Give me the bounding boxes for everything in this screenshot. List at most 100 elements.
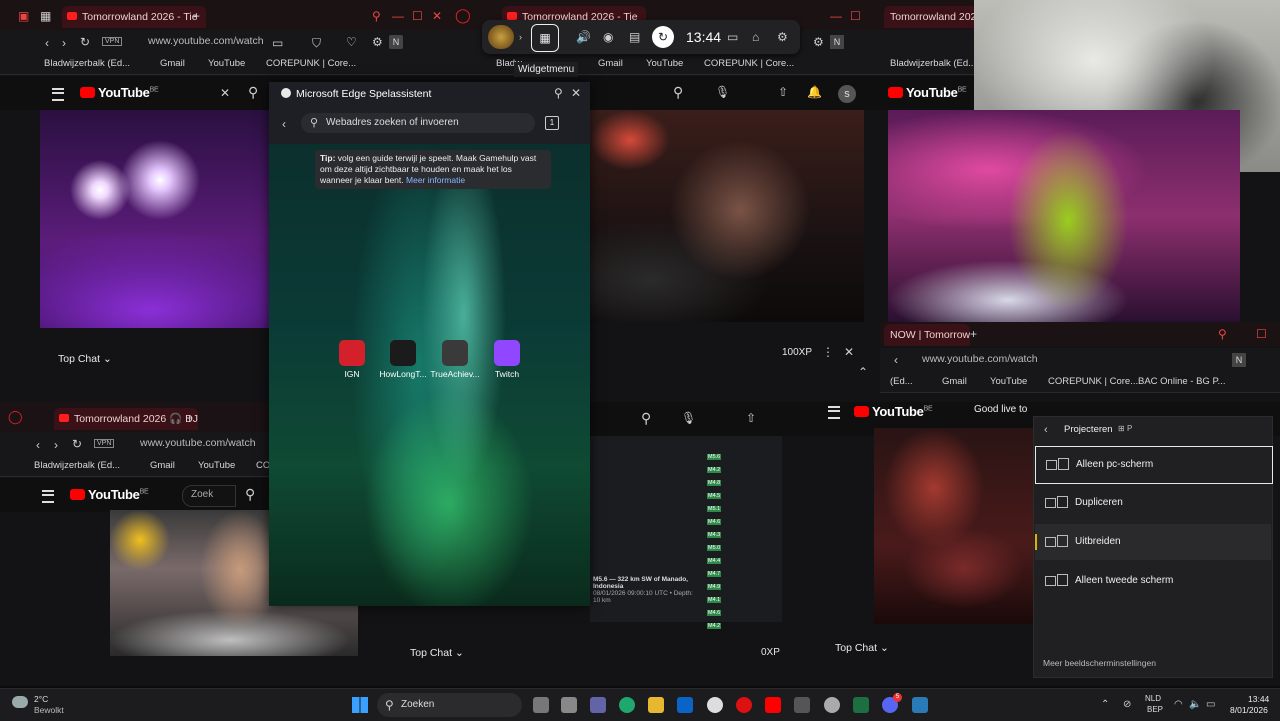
url-field[interactable]: www.youtube.com/watch — [140, 437, 256, 449]
widget-menu-button[interactable]: ▦ — [531, 24, 559, 52]
bookmark-youtube[interactable]: YouTube — [990, 376, 1027, 387]
bookmark-youtube[interactable]: YouTube — [198, 460, 235, 471]
tip-link[interactable]: Meer informatie — [406, 175, 465, 185]
explorer-icon[interactable] — [648, 697, 664, 713]
bookmark-folder[interactable]: Bladwijzerbalk (Ed... — [890, 58, 976, 69]
search-input[interactable]: Zoek — [182, 485, 236, 507]
quake-list-item[interactable]: M4.7 — [707, 571, 787, 581]
hamburger-menu-icon[interactable] — [52, 88, 64, 101]
calculator-icon[interactable] — [794, 697, 810, 713]
reload-icon[interactable]: ↻ — [80, 36, 90, 48]
video-frame[interactable] — [590, 110, 864, 322]
youtube-icon[interactable] — [765, 697, 781, 713]
chevron-up-icon[interactable]: ⌃ — [1101, 699, 1109, 711]
edge-icon[interactable] — [619, 697, 635, 713]
url-field[interactable]: www.youtube.com/watch — [922, 353, 1038, 365]
video-frame[interactable] — [40, 110, 269, 328]
app-icon[interactable] — [912, 697, 928, 713]
upload-icon[interactable]: ⇧ — [746, 412, 756, 424]
volume-icon[interactable]: 🔈 — [1189, 699, 1201, 711]
top-chat-selector[interactable]: Top Chat ⌄ — [835, 642, 889, 654]
teams-icon[interactable] — [590, 697, 606, 713]
minimize-icon[interactable]: — — [392, 10, 404, 22]
profile-avatar[interactable]: N — [830, 35, 844, 49]
more-options-icon[interactable]: ⋮ — [822, 346, 834, 358]
quake-list-item[interactable]: M4.8 — [707, 480, 787, 490]
search-clear-icon[interactable]: ✕ — [220, 87, 230, 99]
bookmark-youtube[interactable]: YouTube — [646, 58, 683, 69]
avatar[interactable]: s — [838, 85, 856, 103]
youtube-logo[interactable]: YouTubeBE — [854, 404, 933, 419]
youtube-logo[interactable]: YouTubeBE — [70, 487, 149, 502]
opera-icon[interactable]: ◯ — [455, 8, 471, 22]
weather-desc[interactable]: Bewolkt — [34, 705, 64, 715]
tab-actions-icon[interactable]: ▣ — [18, 10, 29, 22]
taskview-icon[interactable] — [533, 697, 549, 713]
bookmark-folder[interactable]: Bladwijzerbalk (Ed... — [44, 58, 130, 69]
extensions-icon[interactable]: ⚙ — [372, 36, 383, 48]
search-icon[interactable]: ⚲ — [673, 85, 683, 99]
search-icon[interactable]: ⚲ — [641, 411, 651, 425]
tab-tomorrowland[interactable]: Tomorrowland 2026 — [884, 6, 980, 28]
back-icon[interactable]: ‹ — [45, 37, 49, 49]
profile-avatar[interactable]: N — [1232, 353, 1246, 367]
store-icon[interactable] — [561, 697, 577, 713]
bookmark-folder[interactable]: (Ed... — [890, 376, 913, 387]
maximize-icon[interactable]: ☐ — [1256, 328, 1267, 340]
chevron-up-icon[interactable]: ⌃ — [858, 366, 868, 378]
weather-temp[interactable]: 2°C — [34, 694, 48, 704]
heart-icon[interactable]: ♡ — [346, 36, 357, 48]
new-tab-icon[interactable]: + — [193, 10, 200, 22]
app-tile-twitch[interactable] — [494, 340, 520, 366]
chatgpt-icon[interactable] — [824, 697, 840, 713]
shield-icon[interactable]: ⛉ — [312, 37, 321, 49]
excel-icon[interactable] — [853, 697, 869, 713]
bell-icon[interactable]: 🔔 — [807, 86, 822, 98]
search-icon[interactable]: ⚲ — [248, 85, 258, 99]
search-icon[interactable]: ⚲ — [245, 487, 255, 501]
youtube-logo[interactable]: YouTubeBE — [80, 85, 159, 100]
maximize-icon[interactable]: ☐ — [850, 10, 861, 22]
back-icon[interactable]: ‹ — [36, 439, 40, 451]
outlook-icon[interactable] — [677, 697, 693, 713]
microphone-icon[interactable]: 🎙 — [681, 412, 696, 424]
performance-icon[interactable]: ▤ — [629, 31, 640, 43]
camera-icon[interactable]: ▭ — [272, 37, 283, 49]
bookmark-folder[interactable]: Bladwijzerbalk (Ed... — [34, 460, 120, 471]
profile-avatar[interactable]: N — [389, 35, 403, 49]
close-chat-icon[interactable]: ✕ — [844, 346, 854, 358]
opera-icon[interactable] — [736, 697, 752, 713]
top-chat-selector[interactable]: Top Chat ⌄ — [58, 353, 112, 365]
forward-icon[interactable]: › — [54, 439, 58, 451]
search-icon[interactable]: ⚲ — [372, 10, 381, 22]
reload-icon[interactable]: ↻ — [72, 438, 82, 450]
quake-list-item[interactable]: M4.6 — [707, 610, 787, 620]
tab-now[interactable]: NOW | Tomorrowl — [884, 324, 970, 346]
edge-assistant-button[interactable]: ↻ — [652, 26, 674, 48]
forward-icon[interactable]: › — [62, 37, 66, 49]
app-tile-ign[interactable] — [339, 340, 365, 366]
wifi-icon[interactable]: ◠ — [1174, 699, 1183, 711]
battery-icon[interactable]: ▭ — [1206, 699, 1215, 711]
project-option-extend[interactable]: Uitbreiden — [1035, 524, 1271, 560]
clock-time[interactable]: 13:44 — [1248, 694, 1269, 704]
close-icon[interactable]: ✕ — [432, 10, 442, 22]
bookmark-gmail[interactable]: Gmail — [598, 58, 623, 69]
start-icon[interactable] — [352, 697, 368, 713]
capture-icon[interactable]: ◉ — [603, 31, 613, 43]
pin-icon[interactable]: ⚲ — [554, 87, 563, 99]
game-avatar[interactable] — [488, 25, 514, 49]
display-settings-link[interactable]: Meer beeldscherminstellingen — [1043, 658, 1156, 668]
app-tile-howlongtobeat[interactable] — [390, 340, 416, 366]
quake-list-item[interactable]: M4.2 — [707, 623, 787, 633]
bookmark-gmail[interactable]: Gmail — [942, 376, 967, 387]
new-tab-icon[interactable]: + — [186, 412, 193, 424]
back-icon[interactable]: ‹ — [282, 118, 286, 130]
hamburger-menu-icon[interactable] — [42, 490, 54, 503]
quake-list-item[interactable]: M4.3 — [707, 532, 787, 542]
app-tile-trueachievements[interactable] — [442, 340, 468, 366]
tab-tomorrowland[interactable]: Tomorrowland 2026 🎧 DJ — [54, 408, 198, 430]
upload-icon[interactable]: ⇧ — [778, 86, 788, 98]
bookmark-gmail[interactable]: Gmail — [160, 58, 185, 69]
clock-date[interactable]: 8/01/2026 — [1230, 705, 1268, 715]
